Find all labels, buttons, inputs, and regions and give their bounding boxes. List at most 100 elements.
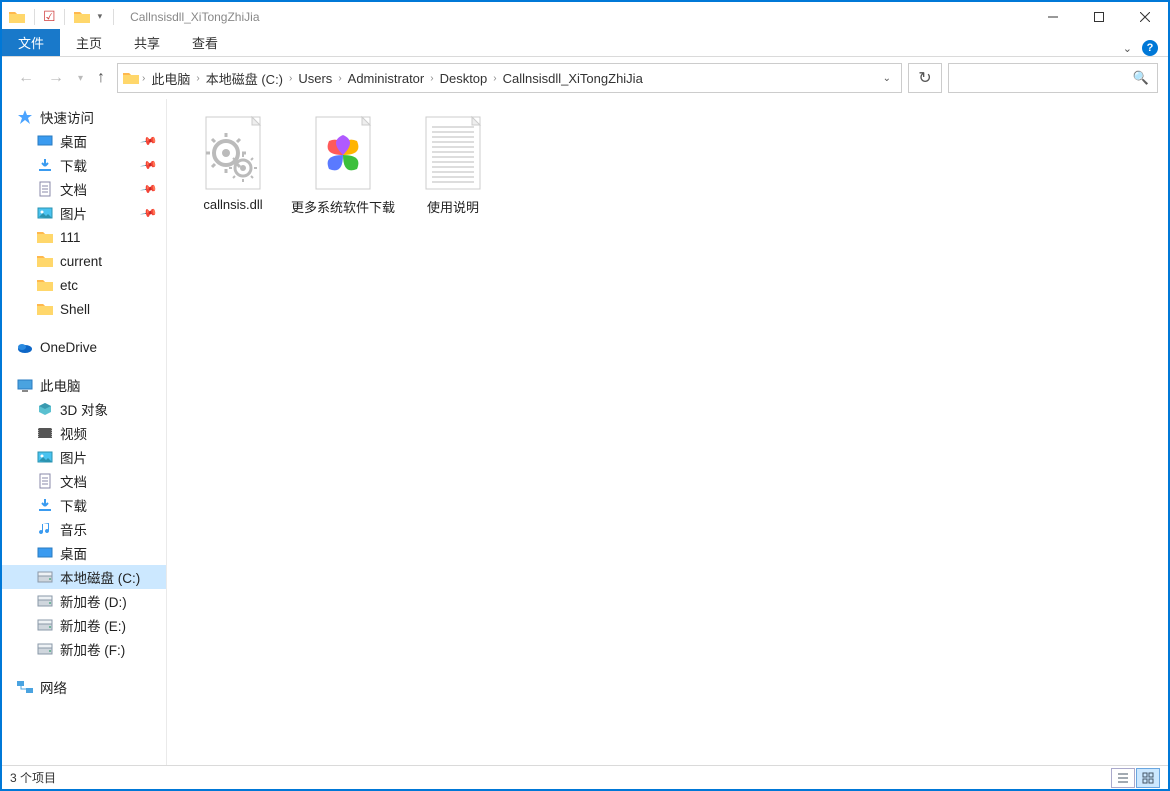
chevron-right-icon[interactable]: › [336,73,343,84]
tree-label: 新加卷 (D:) [60,591,127,611]
sidebar-item[interactable]: etc [2,273,166,297]
chevron-right-icon[interactable]: › [194,73,201,84]
sidebar-item[interactable]: Shell [2,297,166,321]
status-bar: 3 个项目 [2,765,1168,789]
address-bar[interactable]: › 此电脑›本地磁盘 (C:)›Users›Administrator›Desk… [117,63,902,93]
desktop-icon [36,545,54,561]
back-button[interactable]: ← [18,69,34,87]
breadcrumb-segment[interactable]: Callnsisdll_XiTongZhiJia [499,71,647,86]
refresh-button[interactable]: ↻ [908,63,942,93]
search-icon: 🔍 [1133,70,1149,86]
sidebar-item[interactable]: 下载📌 [2,153,166,177]
tree-label: 桌面 [60,543,87,563]
up-button[interactable]: ↑ [97,69,105,87]
sidebar-item[interactable]: 文档 [2,469,166,493]
pin-icon: 📌 [140,180,159,199]
close-button[interactable] [1122,2,1168,31]
tree-label: 此电脑 [40,375,81,395]
tree-label: 文档 [60,179,87,199]
tree-label: OneDrive [40,340,97,355]
maximize-button[interactable] [1076,2,1122,31]
sidebar-item[interactable]: 桌面 [2,541,166,565]
star-icon [16,109,34,125]
sidebar-onedrive[interactable]: OneDrive [2,335,166,359]
desktop-icon [36,133,54,149]
tab-file[interactable]: 文件 [2,29,60,56]
tree-label: 网络 [40,677,67,697]
qat-checkbox-icon[interactable]: ☑ [43,8,56,25]
sidebar-quick-access[interactable]: 快速访问 [2,105,166,129]
main-area: 快速访问桌面📌下载📌文档📌图片📌111currentetcShellOneDri… [2,99,1168,765]
document-icon [36,181,54,197]
pin-icon: 📌 [140,204,159,223]
3d-icon [36,401,54,417]
expand-ribbon-icon[interactable]: ⌄ [1123,42,1132,55]
sidebar-item[interactable]: 桌面📌 [2,129,166,153]
breadcrumb-segment[interactable]: 本地磁盘 (C:) [202,69,287,88]
chevron-right-icon[interactable]: › [287,73,294,84]
file-list[interactable]: callnsis.dll更多系统软件下载使用说明 [167,99,1168,765]
address-dropdown-icon[interactable]: ⌄ [883,73,891,84]
sidebar-item[interactable]: 音乐 [2,517,166,541]
sidebar-item[interactable]: 本地磁盘 (C:) [2,565,166,589]
minimize-icon [1048,12,1058,22]
folder-icon[interactable] [73,9,91,25]
tab-home[interactable]: 主页 [60,29,118,56]
chevron-right-icon[interactable]: › [428,73,435,84]
search-input[interactable]: 🔍 [948,63,1158,93]
tree-label: 图片 [60,447,87,467]
sidebar-network[interactable]: 网络 [2,675,166,699]
drive-icon [36,641,54,657]
chevron-right-icon[interactable]: › [140,73,147,84]
folder-icon [8,9,26,25]
breadcrumb-segment[interactable]: 此电脑 [147,69,194,88]
icons-view-button[interactable] [1136,768,1160,788]
sidebar-item[interactable]: 图片📌 [2,201,166,225]
network-icon [16,679,34,695]
sidebar-item[interactable]: current [2,249,166,273]
sidebar-item[interactable]: 新加卷 (E:) [2,613,166,637]
sidebar-item[interactable]: 3D 对象 [2,397,166,421]
tree-label: 新加卷 (F:) [60,639,125,659]
maximize-icon [1094,12,1104,22]
file-item[interactable]: 更多系统软件下载 [289,107,397,222]
drive-icon [36,617,54,633]
separator [64,9,65,25]
tree-label: Shell [60,302,90,317]
sidebar-item[interactable]: 111 [2,225,166,249]
sidebar-item[interactable]: 图片 [2,445,166,469]
tree-label: 下载 [60,495,87,515]
tree-label: etc [60,278,78,293]
text-file-icon [413,113,493,193]
folder-icon [36,229,54,245]
tab-view[interactable]: 查看 [176,29,234,56]
sidebar-item[interactable]: 文档 📌 [2,177,166,201]
file-item[interactable]: callnsis.dll [179,107,287,222]
sidebar-item[interactable]: 新加卷 (D:) [2,589,166,613]
view-toggles [1111,768,1160,788]
onedrive-icon [16,339,34,355]
recent-dropdown-icon[interactable]: ▾ [78,73,83,84]
forward-button[interactable]: → [48,69,64,87]
minimize-button[interactable] [1030,2,1076,31]
sidebar-item[interactable]: 下载 [2,493,166,517]
qat-dropdown-icon[interactable]: ▾ [95,11,106,22]
file-name: 更多系统软件下载 [291,197,395,216]
tab-share[interactable]: 共享 [118,29,176,56]
tree-label: 111 [60,230,81,245]
sidebar-item[interactable]: 视频 [2,421,166,445]
separator [34,9,35,25]
ribbon-tabs: 文件 主页 共享 查看 ⌄ ? [2,31,1168,57]
details-view-button[interactable] [1111,768,1135,788]
breadcrumb-segment[interactable]: Administrator [344,71,429,86]
refresh-icon: ↻ [918,68,931,88]
file-item[interactable]: 使用说明 [399,107,507,222]
breadcrumb-segment[interactable]: Users [294,71,336,86]
help-icon[interactable]: ? [1142,40,1158,56]
sidebar-this-pc[interactable]: 此电脑 [2,373,166,397]
sidebar-item[interactable]: 新加卷 (F:) [2,637,166,661]
chevron-right-icon[interactable]: › [491,73,498,84]
dll-file-icon [193,113,273,193]
video-icon [36,425,54,441]
breadcrumb-segment[interactable]: Desktop [436,71,492,86]
